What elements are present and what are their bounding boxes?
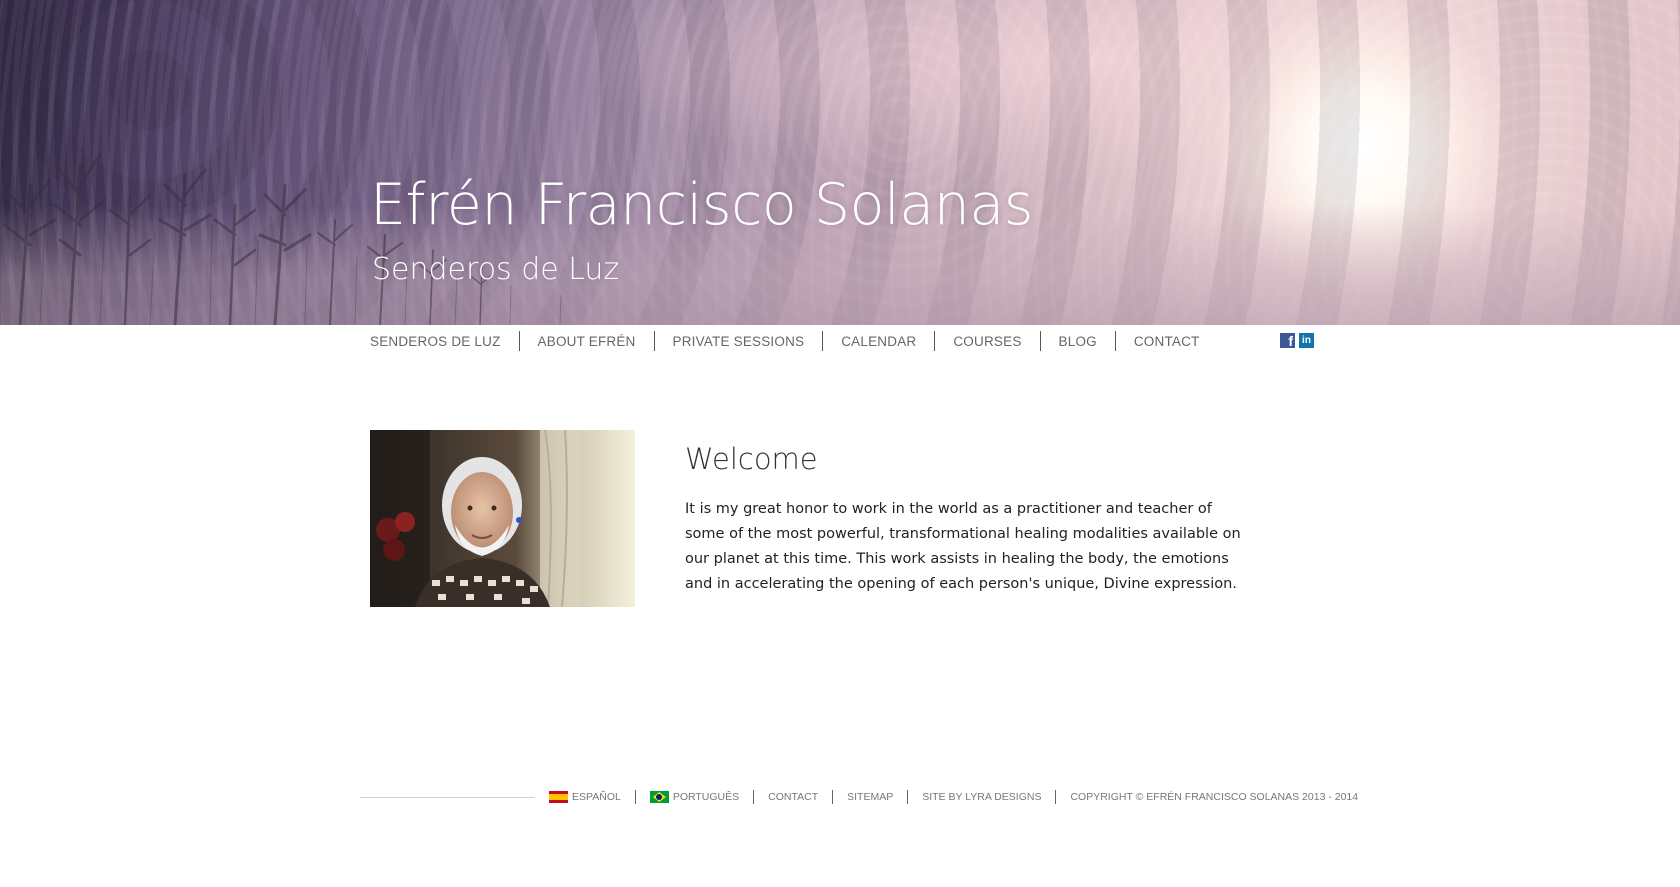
footer-divider [634,790,636,804]
language-label-portugues: PORTUGUÊS [672,791,740,803]
site-title: Efrén Francisco Solanas [370,172,1033,238]
footer: ESPAÑOL PORTUGUÊS CONTACT SITEMAP SITE B… [549,788,1358,806]
nav-item-calendar[interactable]: CALENDAR [841,334,916,349]
main-navigation: SENDEROS DE LUZ ABOUT EFRÉN PRIVATE SESS… [370,330,1200,352]
footer-credit-link[interactable]: SITE BY LYRA DESIGNS [922,791,1041,803]
welcome-heading: Welcome [685,442,818,476]
nav-divider [934,331,936,351]
footer-copyright: COPYRIGHT © EFRÉN FRANCISCO SOLANAS 2013… [1070,791,1359,803]
social-links: f in [1280,333,1314,348]
language-link-portugues[interactable]: PORTUGUÊS [649,791,740,803]
brazil-flag-icon [649,791,669,803]
footer-contact-link[interactable]: CONTACT [768,791,818,803]
nav-divider [1039,331,1041,351]
nav-item-about-efren[interactable]: ABOUT EFRÉN [538,334,636,349]
portrait-photo [370,430,635,607]
nav-divider [822,331,824,351]
hero-banner: Efrén Francisco Solanas Senderos de Luz [0,0,1680,325]
nav-item-private-sessions[interactable]: PRIVATE SESSIONS [673,334,805,349]
linkedin-icon[interactable]: in [1299,333,1314,348]
nav-divider [1114,331,1116,351]
footer-divider [832,790,834,804]
language-link-espanol[interactable]: ESPAÑOL [549,791,621,803]
footer-sitemap-link[interactable]: SITEMAP [847,791,893,803]
footer-divider [907,790,909,804]
footer-divider [753,790,755,804]
nav-item-courses[interactable]: COURSES [953,334,1021,349]
nav-divider [653,331,655,351]
footer-divider-line [360,797,535,798]
nav-item-senderos-de-luz[interactable]: SENDEROS DE LUZ [370,334,501,349]
welcome-text: It is my great honor to work in the worl… [685,501,1241,592]
spain-flag-icon [549,791,568,803]
nav-divider [518,331,520,351]
site-subtitle: Senderos de Luz [372,252,620,287]
language-label-espanol: ESPAÑOL [572,791,621,803]
footer-divider [1055,790,1057,804]
nav-item-contact[interactable]: CONTACT [1134,334,1200,349]
facebook-icon[interactable]: f [1280,333,1295,348]
nav-item-blog[interactable]: BLOG [1059,334,1097,349]
